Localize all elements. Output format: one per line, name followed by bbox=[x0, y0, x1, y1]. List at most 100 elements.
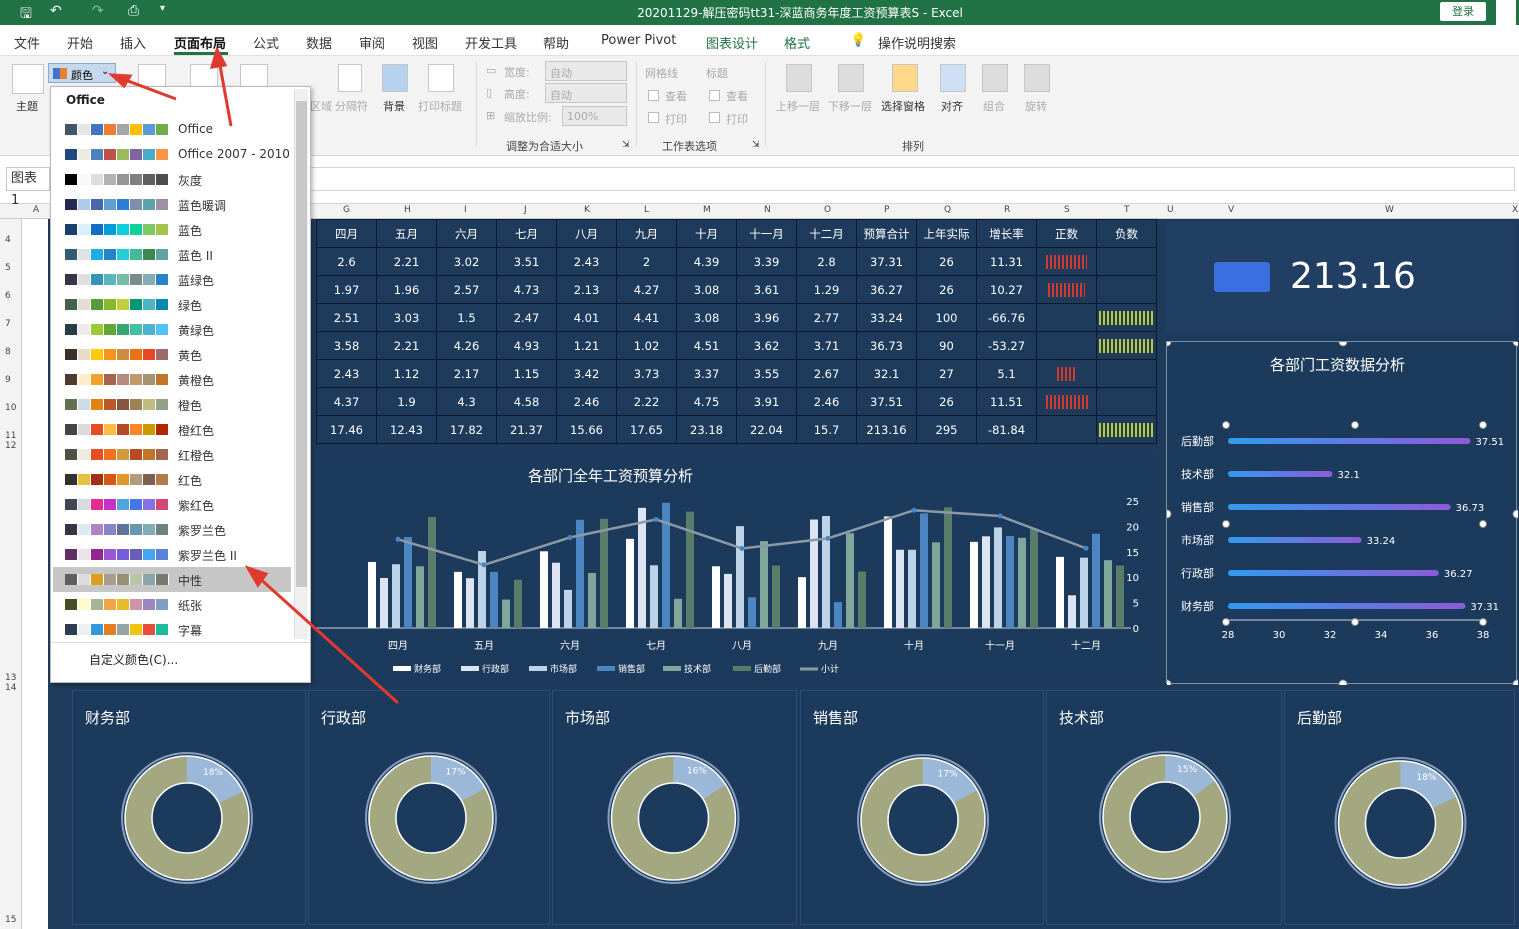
background-icon[interactable] bbox=[382, 64, 408, 92]
color-scheme-item[interactable]: 紫罗兰色 bbox=[53, 517, 291, 542]
bar-销售部[interactable] bbox=[404, 537, 412, 628]
bar-技术部[interactable] bbox=[1018, 537, 1026, 628]
subtotal-point[interactable] bbox=[395, 536, 401, 542]
bar-技术部[interactable] bbox=[1104, 560, 1112, 628]
color-scheme-item[interactable]: 黄绿色 bbox=[53, 317, 291, 342]
tab-insert[interactable]: 插入 bbox=[120, 33, 146, 52]
column-header[interactable]: S bbox=[1064, 205, 1070, 215]
color-scheme-item[interactable]: 蓝色 II bbox=[53, 242, 291, 267]
bar-销售部[interactable] bbox=[834, 602, 842, 628]
header-cell[interactable]: 十一月 bbox=[736, 219, 797, 248]
subtotal-point[interactable] bbox=[1083, 545, 1089, 551]
hbar-chart-panel[interactable]: 后勤部 37.51 技术部 32.1 销售部 36.73 市场部 33.24 行政部 36.27 财… bbox=[1162, 337, 1519, 689]
bar-行政部[interactable] bbox=[466, 578, 474, 628]
table-cell[interactable]: 3.37 bbox=[676, 359, 737, 388]
table-cell[interactable]: 4.26 bbox=[436, 331, 497, 360]
table-cell[interactable] bbox=[1036, 303, 1097, 332]
background-button[interactable]: 背景 bbox=[383, 98, 405, 114]
bar-市场部[interactable] bbox=[650, 565, 658, 628]
plot-area-handle[interactable] bbox=[1222, 421, 1230, 429]
bar-技术部[interactable] bbox=[846, 533, 854, 628]
tab-help[interactable]: 帮助 bbox=[543, 33, 569, 52]
tab-chart-design[interactable]: 图表设计 bbox=[706, 33, 758, 52]
bar-后勤部[interactable] bbox=[514, 579, 522, 628]
donut-chart[interactable]: 15% bbox=[1047, 691, 1283, 926]
table-cell[interactable] bbox=[1036, 331, 1097, 360]
bar-市场部[interactable] bbox=[822, 515, 830, 628]
table-cell[interactable]: 11.51 bbox=[976, 387, 1037, 416]
table-cell[interactable]: 4.27 bbox=[616, 275, 677, 304]
subtotal-point[interactable] bbox=[911, 507, 917, 513]
column-header[interactable]: W bbox=[1385, 205, 1394, 215]
custom-colors-item[interactable]: 自定义颜色(C)... bbox=[89, 651, 178, 668]
table-cell[interactable]: 1.15 bbox=[496, 359, 557, 388]
bar-财务部[interactable] bbox=[540, 551, 548, 628]
color-scheme-item[interactable]: 中性 bbox=[53, 567, 291, 592]
table-cell[interactable]: 3.55 bbox=[736, 359, 797, 388]
table-cell[interactable]: 36.27 bbox=[856, 275, 917, 304]
table-cell[interactable]: 4.75 bbox=[676, 387, 737, 416]
subtotal-point[interactable] bbox=[739, 545, 745, 551]
row-header[interactable]: 8 bbox=[5, 347, 11, 357]
table-cell[interactable] bbox=[1096, 275, 1157, 304]
tab-data[interactable]: 数据 bbox=[306, 33, 332, 52]
headings-print-checkbox[interactable] bbox=[709, 112, 720, 123]
table-cell[interactable]: 1.12 bbox=[376, 359, 437, 388]
color-scheme-item[interactable]: 纸张 bbox=[53, 592, 291, 617]
table-cell[interactable]: 22.04 bbox=[736, 415, 797, 444]
table-cell[interactable]: 3.91 bbox=[736, 387, 797, 416]
themes-icon[interactable] bbox=[12, 64, 44, 94]
bar-行政部[interactable] bbox=[724, 573, 732, 628]
bar-销售部[interactable] bbox=[490, 571, 498, 628]
table-cell[interactable]: 4.58 bbox=[496, 387, 557, 416]
header-cell[interactable]: 增长率 bbox=[976, 219, 1037, 248]
selection-pane-icon[interactable] bbox=[892, 64, 918, 92]
donut-panel[interactable]: 后勤部 18% bbox=[1284, 690, 1515, 925]
selection-handle[interactable] bbox=[1512, 509, 1519, 519]
table-cell[interactable]: 23.18 bbox=[676, 415, 737, 444]
table-cell[interactable]: 2.43 bbox=[556, 247, 617, 276]
bar-后勤部[interactable] bbox=[858, 571, 866, 628]
table-cell[interactable]: 2.22 bbox=[616, 387, 677, 416]
header-cell[interactable]: 十月 bbox=[676, 219, 737, 248]
table-cell[interactable] bbox=[1096, 247, 1157, 276]
table-cell[interactable] bbox=[1036, 275, 1097, 304]
bar-市场部[interactable] bbox=[392, 564, 400, 628]
bar-行政部[interactable] bbox=[982, 536, 990, 628]
table-cell[interactable]: 2.13 bbox=[556, 275, 617, 304]
table-cell[interactable]: 3.73 bbox=[616, 359, 677, 388]
table-cell[interactable]: 1.96 bbox=[376, 275, 437, 304]
table-cell[interactable]: 1.29 bbox=[796, 275, 857, 304]
bar-技术部[interactable] bbox=[502, 599, 510, 628]
bar-后勤部[interactable] bbox=[772, 565, 780, 628]
subtotal-point[interactable] bbox=[997, 513, 1003, 519]
table-cell[interactable]: 3.39 bbox=[736, 247, 797, 276]
table-cell[interactable]: 3.08 bbox=[676, 275, 737, 304]
header-cell[interactable]: 十二月 bbox=[796, 219, 857, 248]
color-scheme-item[interactable]: 字幕 bbox=[53, 617, 291, 642]
bar-技术部[interactable] bbox=[674, 598, 682, 628]
send-backward-button[interactable]: 下移一层 bbox=[828, 98, 872, 114]
table-cell[interactable]: 37.31 bbox=[856, 247, 917, 276]
bar-技术部[interactable] bbox=[588, 572, 596, 628]
bar-财务部[interactable] bbox=[970, 541, 978, 628]
selection-handle[interactable] bbox=[1162, 337, 1172, 347]
column-header[interactable]: K bbox=[584, 205, 590, 215]
color-scheme-item[interactable]: 黄橙色 bbox=[53, 367, 291, 392]
row-header[interactable]: 7 bbox=[5, 319, 11, 329]
bar-销售部[interactable] bbox=[1092, 533, 1100, 628]
selection-handle[interactable] bbox=[1162, 509, 1172, 519]
table-cell[interactable]: 27 bbox=[916, 359, 977, 388]
donut-chart[interactable]: 17% bbox=[309, 691, 551, 926]
color-scheme-item[interactable]: 红橙色 bbox=[53, 442, 291, 467]
table-cell[interactable]: 26 bbox=[916, 275, 977, 304]
header-cell[interactable]: 六月 bbox=[436, 219, 497, 248]
column-a-cells[interactable] bbox=[22, 219, 48, 929]
table-cell[interactable]: 100 bbox=[916, 303, 977, 332]
group-button[interactable]: 组合 bbox=[983, 98, 1005, 114]
table-cell[interactable]: 3.61 bbox=[736, 275, 797, 304]
row-header[interactable]: 5 bbox=[5, 263, 11, 273]
bar-行政部[interactable] bbox=[552, 562, 560, 628]
subtotal-point[interactable] bbox=[653, 516, 659, 522]
table-cell[interactable]: 1.02 bbox=[616, 331, 677, 360]
